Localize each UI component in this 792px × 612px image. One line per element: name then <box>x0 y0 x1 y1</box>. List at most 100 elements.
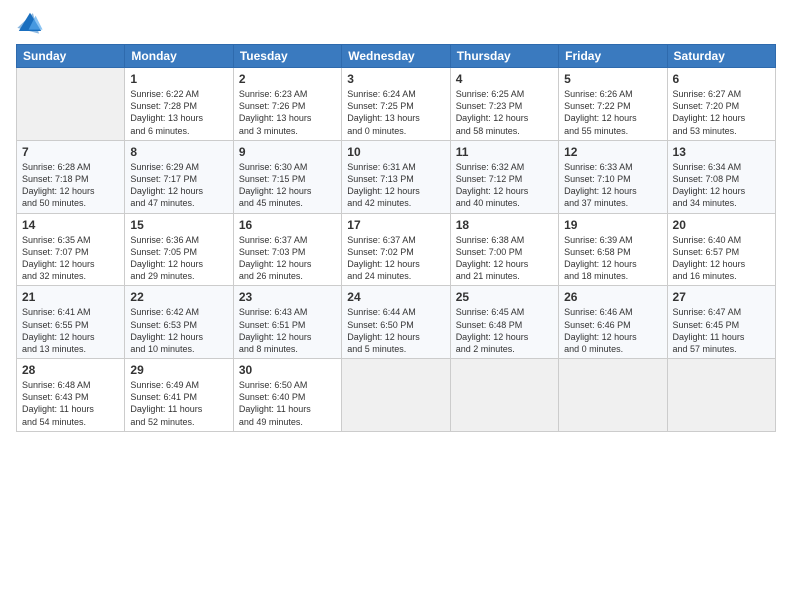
day-info: Sunrise: 6:29 AM Sunset: 7:17 PM Dayligh… <box>130 161 227 210</box>
calendar-cell <box>342 359 450 432</box>
day-of-week-header: Thursday <box>450 45 558 68</box>
calendar-cell: 29Sunrise: 6:49 AM Sunset: 6:41 PM Dayli… <box>125 359 233 432</box>
day-of-week-header: Tuesday <box>233 45 341 68</box>
calendar-cell: 24Sunrise: 6:44 AM Sunset: 6:50 PM Dayli… <box>342 286 450 359</box>
day-number: 2 <box>239 71 336 87</box>
day-of-week-header: Monday <box>125 45 233 68</box>
day-number: 26 <box>564 289 661 305</box>
day-number: 29 <box>130 362 227 378</box>
day-number: 12 <box>564 144 661 160</box>
day-number: 7 <box>22 144 119 160</box>
day-info: Sunrise: 6:43 AM Sunset: 6:51 PM Dayligh… <box>239 306 336 355</box>
day-info: Sunrise: 6:38 AM Sunset: 7:00 PM Dayligh… <box>456 234 553 283</box>
calendar-cell: 14Sunrise: 6:35 AM Sunset: 7:07 PM Dayli… <box>17 213 125 286</box>
calendar-cell: 30Sunrise: 6:50 AM Sunset: 6:40 PM Dayli… <box>233 359 341 432</box>
calendar-cell: 25Sunrise: 6:45 AM Sunset: 6:48 PM Dayli… <box>450 286 558 359</box>
day-info: Sunrise: 6:41 AM Sunset: 6:55 PM Dayligh… <box>22 306 119 355</box>
calendar-cell: 9Sunrise: 6:30 AM Sunset: 7:15 PM Daylig… <box>233 140 341 213</box>
day-of-week-header: Sunday <box>17 45 125 68</box>
day-info: Sunrise: 6:36 AM Sunset: 7:05 PM Dayligh… <box>130 234 227 283</box>
day-info: Sunrise: 6:34 AM Sunset: 7:08 PM Dayligh… <box>673 161 770 210</box>
day-number: 21 <box>22 289 119 305</box>
day-number: 10 <box>347 144 444 160</box>
day-info: Sunrise: 6:45 AM Sunset: 6:48 PM Dayligh… <box>456 306 553 355</box>
day-number: 3 <box>347 71 444 87</box>
calendar-cell: 10Sunrise: 6:31 AM Sunset: 7:13 PM Dayli… <box>342 140 450 213</box>
day-info: Sunrise: 6:42 AM Sunset: 6:53 PM Dayligh… <box>130 306 227 355</box>
day-info: Sunrise: 6:50 AM Sunset: 6:40 PM Dayligh… <box>239 379 336 428</box>
day-number: 11 <box>456 144 553 160</box>
day-info: Sunrise: 6:47 AM Sunset: 6:45 PM Dayligh… <box>673 306 770 355</box>
calendar-cell: 19Sunrise: 6:39 AM Sunset: 6:58 PM Dayli… <box>559 213 667 286</box>
calendar-cell: 6Sunrise: 6:27 AM Sunset: 7:20 PM Daylig… <box>667 68 775 141</box>
day-info: Sunrise: 6:32 AM Sunset: 7:12 PM Dayligh… <box>456 161 553 210</box>
day-number: 30 <box>239 362 336 378</box>
day-info: Sunrise: 6:28 AM Sunset: 7:18 PM Dayligh… <box>22 161 119 210</box>
day-info: Sunrise: 6:31 AM Sunset: 7:13 PM Dayligh… <box>347 161 444 210</box>
calendar-cell: 7Sunrise: 6:28 AM Sunset: 7:18 PM Daylig… <box>17 140 125 213</box>
calendar-week-row: 21Sunrise: 6:41 AM Sunset: 6:55 PM Dayli… <box>17 286 776 359</box>
day-info: Sunrise: 6:22 AM Sunset: 7:28 PM Dayligh… <box>130 88 227 137</box>
calendar-week-row: 1Sunrise: 6:22 AM Sunset: 7:28 PM Daylig… <box>17 68 776 141</box>
day-info: Sunrise: 6:49 AM Sunset: 6:41 PM Dayligh… <box>130 379 227 428</box>
day-number: 8 <box>130 144 227 160</box>
calendar-cell: 5Sunrise: 6:26 AM Sunset: 7:22 PM Daylig… <box>559 68 667 141</box>
day-info: Sunrise: 6:35 AM Sunset: 7:07 PM Dayligh… <box>22 234 119 283</box>
calendar: SundayMondayTuesdayWednesdayThursdayFrid… <box>16 44 776 432</box>
header <box>16 10 776 38</box>
calendar-cell: 28Sunrise: 6:48 AM Sunset: 6:43 PM Dayli… <box>17 359 125 432</box>
day-number: 18 <box>456 217 553 233</box>
calendar-week-row: 14Sunrise: 6:35 AM Sunset: 7:07 PM Dayli… <box>17 213 776 286</box>
calendar-cell: 12Sunrise: 6:33 AM Sunset: 7:10 PM Dayli… <box>559 140 667 213</box>
calendar-cell: 15Sunrise: 6:36 AM Sunset: 7:05 PM Dayli… <box>125 213 233 286</box>
day-number: 4 <box>456 71 553 87</box>
calendar-cell: 1Sunrise: 6:22 AM Sunset: 7:28 PM Daylig… <box>125 68 233 141</box>
calendar-cell: 22Sunrise: 6:42 AM Sunset: 6:53 PM Dayli… <box>125 286 233 359</box>
calendar-cell: 18Sunrise: 6:38 AM Sunset: 7:00 PM Dayli… <box>450 213 558 286</box>
logo-icon <box>16 10 44 38</box>
day-number: 22 <box>130 289 227 305</box>
calendar-cell <box>667 359 775 432</box>
day-number: 17 <box>347 217 444 233</box>
day-info: Sunrise: 6:48 AM Sunset: 6:43 PM Dayligh… <box>22 379 119 428</box>
day-number: 13 <box>673 144 770 160</box>
calendar-cell: 8Sunrise: 6:29 AM Sunset: 7:17 PM Daylig… <box>125 140 233 213</box>
day-info: Sunrise: 6:33 AM Sunset: 7:10 PM Dayligh… <box>564 161 661 210</box>
day-number: 28 <box>22 362 119 378</box>
calendar-cell: 20Sunrise: 6:40 AM Sunset: 6:57 PM Dayli… <box>667 213 775 286</box>
calendar-cell: 21Sunrise: 6:41 AM Sunset: 6:55 PM Dayli… <box>17 286 125 359</box>
day-info: Sunrise: 6:23 AM Sunset: 7:26 PM Dayligh… <box>239 88 336 137</box>
calendar-cell: 26Sunrise: 6:46 AM Sunset: 6:46 PM Dayli… <box>559 286 667 359</box>
calendar-cell: 17Sunrise: 6:37 AM Sunset: 7:02 PM Dayli… <box>342 213 450 286</box>
calendar-cell: 2Sunrise: 6:23 AM Sunset: 7:26 PM Daylig… <box>233 68 341 141</box>
calendar-cell: 4Sunrise: 6:25 AM Sunset: 7:23 PM Daylig… <box>450 68 558 141</box>
day-info: Sunrise: 6:37 AM Sunset: 7:03 PM Dayligh… <box>239 234 336 283</box>
day-info: Sunrise: 6:37 AM Sunset: 7:02 PM Dayligh… <box>347 234 444 283</box>
day-number: 5 <box>564 71 661 87</box>
calendar-header-row: SundayMondayTuesdayWednesdayThursdayFrid… <box>17 45 776 68</box>
day-info: Sunrise: 6:46 AM Sunset: 6:46 PM Dayligh… <box>564 306 661 355</box>
calendar-cell: 11Sunrise: 6:32 AM Sunset: 7:12 PM Dayli… <box>450 140 558 213</box>
day-number: 14 <box>22 217 119 233</box>
calendar-cell <box>450 359 558 432</box>
day-of-week-header: Friday <box>559 45 667 68</box>
calendar-cell <box>17 68 125 141</box>
day-number: 9 <box>239 144 336 160</box>
calendar-cell: 23Sunrise: 6:43 AM Sunset: 6:51 PM Dayli… <box>233 286 341 359</box>
calendar-week-row: 28Sunrise: 6:48 AM Sunset: 6:43 PM Dayli… <box>17 359 776 432</box>
day-number: 15 <box>130 217 227 233</box>
day-of-week-header: Wednesday <box>342 45 450 68</box>
day-info: Sunrise: 6:40 AM Sunset: 6:57 PM Dayligh… <box>673 234 770 283</box>
day-info: Sunrise: 6:30 AM Sunset: 7:15 PM Dayligh… <box>239 161 336 210</box>
calendar-cell: 27Sunrise: 6:47 AM Sunset: 6:45 PM Dayli… <box>667 286 775 359</box>
day-number: 19 <box>564 217 661 233</box>
logo <box>16 10 48 38</box>
day-number: 23 <box>239 289 336 305</box>
day-info: Sunrise: 6:39 AM Sunset: 6:58 PM Dayligh… <box>564 234 661 283</box>
day-number: 27 <box>673 289 770 305</box>
day-number: 24 <box>347 289 444 305</box>
day-number: 6 <box>673 71 770 87</box>
calendar-cell: 3Sunrise: 6:24 AM Sunset: 7:25 PM Daylig… <box>342 68 450 141</box>
day-number: 16 <box>239 217 336 233</box>
day-number: 20 <box>673 217 770 233</box>
